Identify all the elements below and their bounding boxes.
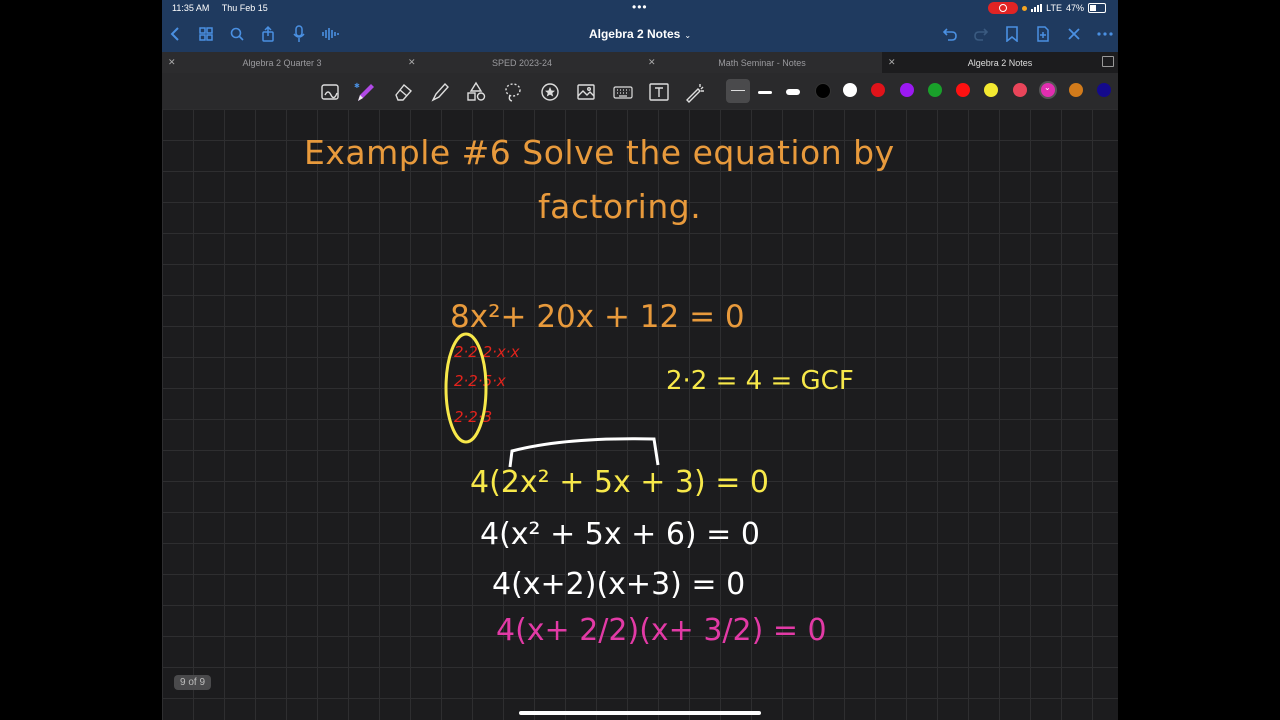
redo-icon[interactable] bbox=[971, 24, 991, 44]
color-swatch-orange[interactable] bbox=[1069, 83, 1083, 97]
undo-icon[interactable] bbox=[940, 24, 960, 44]
color-swatch-black[interactable] bbox=[815, 83, 831, 99]
step-gcf-factored: 4(2x² + 5x + 3) = 0 bbox=[470, 465, 770, 500]
color-swatch-bright-red[interactable] bbox=[956, 83, 970, 97]
stroke-thick-option[interactable] bbox=[782, 81, 804, 103]
color-swatch-magenta-selected[interactable]: ⌄ bbox=[1039, 81, 1057, 99]
battery-icon bbox=[1088, 3, 1106, 13]
add-page-icon[interactable] bbox=[1033, 24, 1053, 44]
drawing-toolbar: ✱ bbox=[162, 73, 1118, 109]
color-swatch-pink-red[interactable] bbox=[1013, 83, 1027, 97]
shapes-icon[interactable] bbox=[465, 81, 487, 103]
chevron-down-icon: ⌄ bbox=[684, 31, 692, 40]
mic-indicator-icon bbox=[1022, 5, 1028, 11]
keyboard-icon[interactable] bbox=[612, 81, 634, 103]
document-title-label: Algebra 2 Notes bbox=[588, 27, 681, 41]
chevron-down-icon: ⌄ bbox=[1044, 83, 1051, 92]
tab-math-seminar-notes[interactable]: ✕ Math Seminar - Notes bbox=[642, 52, 882, 73]
gcf-statement: 2·2 = 4 = GCF bbox=[666, 366, 854, 396]
more-icon[interactable] bbox=[1095, 24, 1115, 44]
read-only-mode-icon[interactable] bbox=[320, 81, 342, 103]
status-time: 11:35 AM bbox=[172, 3, 210, 13]
close-icon[interactable] bbox=[1064, 24, 1084, 44]
text-box-icon[interactable] bbox=[648, 81, 670, 103]
multitask-dots-icon[interactable]: ••• bbox=[632, 0, 648, 14]
screen-record-icon[interactable] bbox=[988, 2, 1019, 14]
status-date: Thu Feb 15 bbox=[221, 3, 268, 13]
pen-tool-icon[interactable]: ✱ bbox=[354, 81, 376, 103]
color-swatch-red[interactable] bbox=[871, 83, 885, 97]
laser-pointer-icon[interactable] bbox=[684, 81, 706, 103]
color-swatch-navy[interactable] bbox=[1097, 83, 1111, 97]
eraser-icon[interactable] bbox=[392, 81, 414, 103]
note-title-line1: Example #6 Solve the equation by bbox=[304, 133, 895, 172]
tab-label: SPED 2023-24 bbox=[491, 58, 553, 68]
ipad-screen: 11:35 AM Thu Feb 15 ••• LTE 47% Algebra … bbox=[162, 0, 1118, 720]
highlighter-icon[interactable] bbox=[429, 81, 451, 103]
color-swatch-white[interactable] bbox=[843, 83, 857, 97]
page-indicator[interactable]: 9 of 9 bbox=[174, 675, 212, 690]
signal-icon bbox=[1031, 4, 1043, 12]
status-bar: 11:35 AM Thu Feb 15 ••• LTE 47% bbox=[162, 0, 1118, 18]
tab-label: Algebra 2 Notes bbox=[967, 58, 1033, 68]
step-ac-method: 4(x² + 5x + 6) = 0 bbox=[480, 517, 760, 552]
tab-label: Algebra 2 Quarter 3 bbox=[242, 58, 322, 68]
network-label: LTE bbox=[1046, 3, 1062, 13]
color-swatch-yellow[interactable] bbox=[984, 83, 998, 97]
tab-label: Math Seminar - Notes bbox=[718, 58, 806, 68]
tab-bar: ✕ Algebra 2 Quarter 3 ✕ SPED 2023-24 ✕ M… bbox=[162, 52, 1118, 73]
image-icon[interactable] bbox=[575, 81, 597, 103]
color-swatch-purple[interactable] bbox=[900, 83, 914, 97]
nav-bar: Algebra 2 Notes ⌄ bbox=[162, 18, 1118, 52]
tab-sped-2023-24[interactable]: ✕ SPED 2023-24 bbox=[402, 52, 642, 73]
lasso-icon[interactable] bbox=[502, 81, 524, 103]
color-swatch-green[interactable] bbox=[928, 83, 942, 97]
tab-algebra-2-notes[interactable]: ✕ Algebra 2 Notes bbox=[882, 52, 1118, 73]
step-factored: 4(x+2)(x+3) = 0 bbox=[492, 567, 746, 602]
tab-algebra-2-quarter-3[interactable]: ✕ Algebra 2 Quarter 3 bbox=[162, 52, 402, 73]
note-title-line2: factoring. bbox=[538, 187, 702, 226]
home-indicator[interactable] bbox=[519, 711, 761, 715]
bookmark-icon[interactable] bbox=[1002, 24, 1022, 44]
stroke-thin-option[interactable] bbox=[726, 79, 750, 103]
note-canvas[interactable]: Example #6 Solve the equation by factori… bbox=[162, 109, 1118, 720]
gcf-circle-annotation bbox=[444, 332, 488, 444]
star-sticker-icon[interactable] bbox=[539, 81, 561, 103]
stroke-medium-option[interactable] bbox=[754, 81, 776, 103]
battery-label: 47% bbox=[1065, 3, 1084, 13]
step-divided-back: 4(x+ 2/2)(x+ 3/2) = 0 bbox=[496, 613, 827, 648]
split-view-icon[interactable] bbox=[1102, 56, 1114, 67]
svg-text:✱: ✱ bbox=[354, 82, 360, 90]
main-equation: 8x²+ 20x + 12 = 0 bbox=[450, 299, 745, 335]
